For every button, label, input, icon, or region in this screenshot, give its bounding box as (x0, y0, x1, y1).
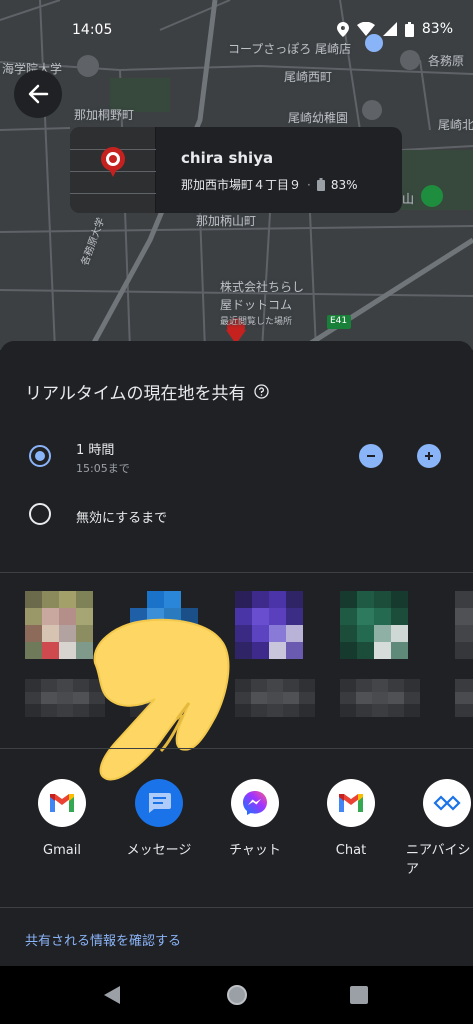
map-label: 尾崎北 (438, 118, 473, 132)
avatar (25, 591, 93, 659)
app-gmail[interactable]: Gmail (14, 779, 110, 860)
arrow-back-icon (28, 84, 49, 104)
gmail-chat-icon (327, 779, 375, 827)
map-label: 各務原 (428, 54, 465, 68)
app-label: メッセージ (126, 843, 192, 858)
minus-icon (367, 455, 375, 457)
avatar (455, 591, 473, 659)
location-card[interactable]: chira shiya 那加西市場町４丁目９ · 83% (70, 127, 402, 213)
map[interactable]: 海学院大学 コープさっぽろ 尾崎店 各務原 尾崎西町 那加桐野町 尾崎幼稚園 尾… (0, 0, 473, 350)
increase-button[interactable] (417, 444, 441, 468)
nearby-share-icon (423, 779, 471, 827)
battery-icon (316, 178, 325, 191)
map-label: 最近閲覧した場所 (220, 317, 293, 327)
decrease-button[interactable] (359, 444, 383, 468)
avatar (340, 591, 408, 659)
pointing-hand-icon (93, 618, 230, 781)
sheet-title-text: リアルタイムの現在地を共有 (25, 384, 246, 404)
separator: · (307, 177, 311, 192)
back-button[interactable] (14, 70, 62, 118)
sheet-title: リアルタイムの現在地を共有 (25, 379, 269, 404)
map-label: 株式会社ちらし (220, 280, 305, 294)
help-icon[interactable] (253, 384, 269, 399)
map-label: 尾崎幼稚園 (288, 111, 349, 125)
messenger-icon (231, 779, 279, 827)
card-detail: 那加西市場町４丁目９ · 83% (181, 176, 358, 193)
battery-icon (404, 21, 414, 37)
address-text: 那加西市場町４丁目９ (181, 178, 302, 192)
card-info: chira shiya 那加西市場町４丁目９ · 83% (156, 127, 358, 213)
share-sheet: リアルタイムの現在地を共有 1 時間 15:05まで 無効にするまで Gmail… (0, 341, 473, 966)
avatar-pin-icon (101, 147, 125, 177)
divider (0, 748, 473, 749)
radio-one-hour[interactable] (29, 445, 51, 467)
system-nav-bar (0, 966, 473, 1024)
battery-level: 83% (330, 177, 358, 192)
nav-back-icon[interactable] (104, 986, 120, 1004)
map-label: 山 (402, 192, 415, 206)
nav-home-icon[interactable] (226, 984, 248, 1006)
contact-name-blurred (235, 679, 315, 717)
card-thumbnail (70, 127, 156, 213)
map-label: 尾崎西町 (284, 70, 333, 84)
school-icon (362, 100, 382, 120)
app-label: ニアバイシ ア (406, 843, 471, 877)
app-messages[interactable]: メッセージ (111, 779, 207, 860)
route-label: E41 (330, 316, 348, 326)
signal-icon (382, 22, 397, 36)
park-icon (421, 185, 443, 207)
review-shared-info-link[interactable]: 共有される情報を確認する (25, 930, 181, 949)
nav-recents-icon[interactable] (350, 986, 368, 1004)
school-icon (77, 55, 99, 77)
contact-name-blurred (340, 679, 420, 717)
avatar (235, 591, 303, 659)
map-label: 屋ドットコム (220, 298, 293, 312)
divider (0, 572, 473, 573)
contact-item[interactable] (340, 591, 420, 717)
app-chat[interactable]: Chat (303, 779, 399, 860)
app-label: Chat (335, 843, 367, 858)
status-time: 14:05 (72, 22, 113, 38)
plus-icon (425, 452, 433, 460)
option-until-off-label: 無効にするまで (76, 511, 168, 526)
app-label: チャット (229, 843, 281, 858)
option-one-hour-sub: 15:05まで (76, 462, 130, 475)
map-label: 那加桐野町 (74, 108, 135, 122)
radio-until-off[interactable] (29, 503, 51, 525)
app-nearby-share[interactable]: ニアバイシ ア (398, 779, 473, 879)
status-bar: 14:05 83% (0, 0, 473, 54)
messages-icon (135, 779, 183, 827)
map-label: 那加柄山町 (196, 214, 257, 228)
location-icon (336, 21, 349, 37)
person-name: chira shiya (181, 149, 274, 167)
wifi-icon (356, 22, 375, 36)
battery-percent: 83% (421, 21, 453, 37)
contact-item[interactable] (455, 591, 473, 717)
app-messenger[interactable]: チャット (207, 779, 303, 860)
contact-name-blurred (455, 679, 473, 717)
gmail-icon (38, 779, 86, 827)
status-icons: 83% (336, 21, 453, 37)
divider (0, 907, 473, 908)
contact-item[interactable] (235, 591, 315, 717)
app-label: Gmail (43, 843, 81, 858)
option-one-hour-label: 1 時間 (76, 443, 115, 458)
